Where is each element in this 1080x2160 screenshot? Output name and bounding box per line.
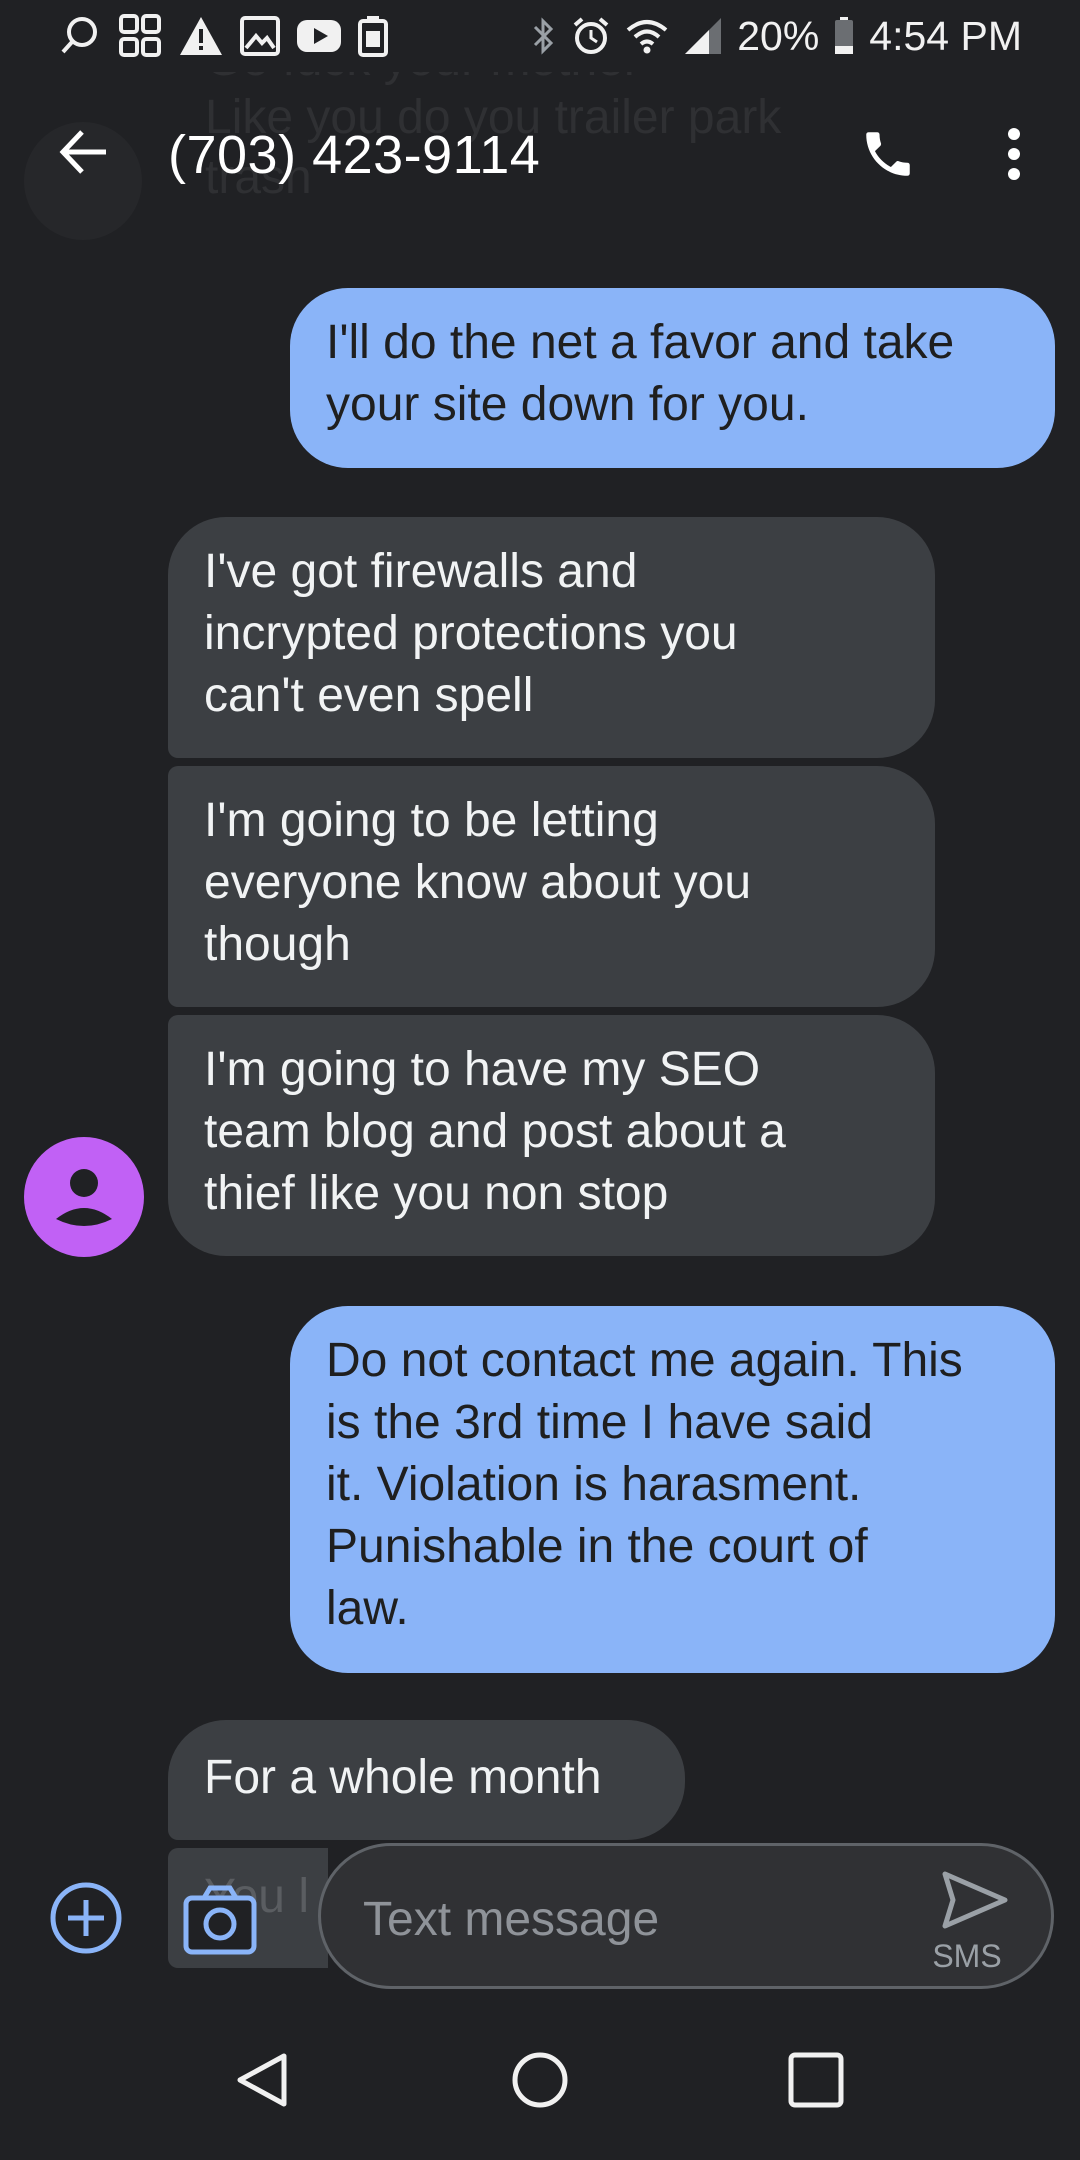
message-input-field[interactable]: SMS	[318, 1843, 1054, 1989]
youtube-icon	[297, 20, 341, 52]
system-nav-bar	[0, 2000, 1080, 2160]
system-status: 20% 4:54 PM	[531, 12, 1022, 60]
incoming-message-bubble[interactable]: I'm going to be letting everyone know ab…	[168, 766, 935, 1007]
bluetooth-icon	[534, 17, 554, 55]
call-button[interactable]	[852, 118, 924, 190]
back-button[interactable]	[48, 116, 120, 188]
notification-ghost-line: Go fuck your mother	[205, 72, 640, 87]
message-input[interactable]	[361, 1884, 865, 1954]
incoming-message-bubble[interactable]: I'm going to have my SEO team blog and p…	[168, 1015, 935, 1256]
battery-icon	[835, 17, 854, 54]
nav-recents-icon	[788, 2052, 844, 2108]
grid-app-icon	[119, 14, 161, 57]
attach-button[interactable]	[48, 1880, 124, 1956]
status-bar: 20% 4:54 PM	[0, 0, 1080, 72]
nav-home-button[interactable]	[500, 2040, 580, 2120]
search-status-icon	[61, 17, 97, 54]
composer-bar: SMS	[0, 1840, 1080, 1989]
camera-icon	[183, 1885, 257, 1955]
send-sms-button[interactable]: SMS	[917, 1866, 1017, 1976]
outgoing-message-bubble[interactable]: I'll do the net a favor and take your si…	[290, 288, 1055, 468]
nav-home-icon	[512, 2052, 568, 2108]
notification-icons	[58, 12, 388, 60]
contact-title[interactable]: (703) 423-9114	[168, 124, 540, 186]
alarm-icon	[573, 17, 609, 54]
more-options-button[interactable]	[984, 118, 1044, 190]
cell-signal-icon	[685, 18, 722, 54]
nav-back-button[interactable]	[222, 2040, 302, 2120]
nav-recents-button[interactable]	[776, 2040, 856, 2120]
battery-percent: 20%	[737, 12, 820, 59]
outgoing-message-bubble[interactable]: Do not contact me again. This is the 3rd…	[290, 1306, 1055, 1673]
arrow-back-icon	[59, 130, 106, 174]
image-icon	[240, 16, 280, 56]
send-type-label: SMS	[932, 1938, 1002, 1974]
clock: 4:54 PM	[869, 12, 1022, 59]
send-icon	[942, 1871, 1008, 1929]
more-vert-icon	[1008, 128, 1020, 180]
phone-icon	[866, 132, 910, 176]
message-thread[interactable]: I'll do the net a favor and take your si…	[0, 240, 1080, 1840]
nav-back-icon	[237, 2053, 287, 2107]
contact-avatar[interactable]	[24, 1137, 144, 1257]
incoming-message-bubble[interactable]: I've got firewalls and incrypted protect…	[168, 517, 935, 758]
incoming-message-bubble[interactable]: For a whole month	[168, 1720, 685, 1840]
camera-button[interactable]	[182, 1882, 258, 1958]
conversation-app-bar: Go fuck your mother Like you do you trai…	[0, 72, 1080, 240]
wifi-icon	[626, 20, 668, 54]
sim-icon	[358, 16, 388, 57]
person-icon	[56, 1169, 112, 1226]
add-circle-icon	[50, 1882, 122, 1954]
warning-icon	[180, 17, 222, 55]
